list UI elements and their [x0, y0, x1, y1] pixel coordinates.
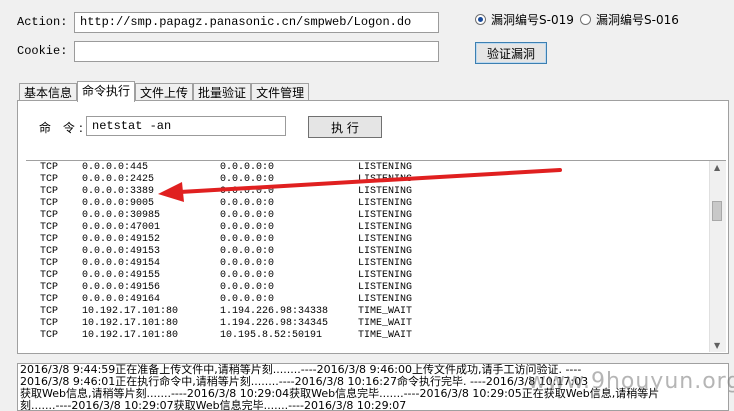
- output-cell: 0.0.0.0:49153: [82, 246, 161, 257]
- output-cell: 10.192.17.101:80: [82, 306, 179, 317]
- output-cell: TIME_WAIT: [358, 318, 413, 329]
- output-scrollbar[interactable]: ▲ ▼: [709, 161, 726, 352]
- output-cell: TCP: [40, 210, 59, 221]
- output-cell: 0.0.0.0:445: [82, 162, 149, 173]
- output-cell: TCP: [40, 318, 59, 329]
- output-cell: TCP: [40, 234, 59, 245]
- output-cell: 0.0.0.0:2425: [82, 174, 155, 185]
- scroll-thumb[interactable]: [712, 201, 722, 221]
- output-cell: LISTENING: [358, 162, 413, 173]
- output-cell: 0.0.0.0:0: [220, 174, 275, 185]
- output-cell: TCP: [40, 186, 59, 197]
- output-cell: 0.0.0.0:49154: [82, 258, 161, 269]
- output-cell: LISTENING: [358, 246, 413, 257]
- command-input[interactable]: netstat -an: [86, 116, 286, 136]
- output-cell: 1.194.226.98:34338: [220, 306, 329, 317]
- output-cell: LISTENING: [358, 198, 413, 209]
- output-cell: 0.0.0.0:0: [220, 222, 275, 233]
- output-cell: TCP: [40, 222, 59, 233]
- output-cell: TIME_WAIT: [358, 306, 413, 317]
- output-cell: 0.0.0.0:0: [220, 282, 275, 293]
- tab-command-exec[interactable]: 命令执行: [77, 81, 136, 102]
- output-cell: 10.192.17.101:80: [82, 318, 179, 329]
- output-cell: 0.0.0.0:0: [220, 234, 275, 245]
- output-cell: 10.192.17.101:80: [82, 330, 179, 341]
- output-cell: 0.0.0.0:49164: [82, 294, 161, 305]
- verify-vuln-button[interactable]: 验证漏洞: [475, 42, 547, 64]
- output-cell: LISTENING: [358, 270, 413, 281]
- radio-s016[interactable]: 漏洞编号S-016: [580, 11, 679, 28]
- radio-s019[interactable]: 漏洞编号S-019: [475, 11, 574, 28]
- log-line: 刻.......----2016/3/8 10:29:07获取Web信息完毕..…: [20, 399, 407, 411]
- output-cell: 10.195.8.52:50191: [220, 330, 323, 341]
- output-cell: TCP: [40, 306, 59, 317]
- cookie-input[interactable]: [74, 41, 439, 62]
- output-cell: 0.0.0.0:0: [220, 162, 275, 173]
- output-cell: 0.0.0.0:0: [220, 186, 275, 197]
- output-cell: TCP: [40, 294, 59, 305]
- scroll-down-icon[interactable]: ▼: [714, 341, 720, 350]
- output-cell: 0.0.0.0:30985: [82, 210, 161, 221]
- execute-button[interactable]: 执 行: [308, 116, 382, 138]
- output-cell: TCP: [40, 282, 59, 293]
- action-label: Action:: [17, 15, 68, 29]
- output-cell: 0.0.0.0:0: [220, 246, 275, 257]
- output-cell: TCP: [40, 162, 59, 173]
- command-panel: 命 令: netstat -an 执 行 TCP 0.0.0.0:445 0.0.0…: [17, 100, 729, 354]
- output-cell: TCP: [40, 246, 59, 257]
- output-cell: LISTENING: [358, 222, 413, 233]
- watermark: www.9houyun.org: [528, 369, 734, 394]
- output-cell: 0.0.0.0:0: [220, 258, 275, 269]
- output-cell: LISTENING: [358, 186, 413, 197]
- output-cell: LISTENING: [358, 174, 413, 185]
- output-cell: LISTENING: [358, 234, 413, 245]
- output-cell: 0.0.0.0:9005: [82, 198, 155, 209]
- action-input[interactable]: http://smp.papagz.panasonic.cn/smpweb/Lo…: [74, 12, 439, 33]
- output-cell: 0.0.0.0:0: [220, 210, 275, 221]
- output-cell: 0.0.0.0:0: [220, 294, 275, 305]
- output-cell: TIME_WAIT: [358, 330, 413, 341]
- output-cell: 0.0.0.0:0: [220, 198, 275, 209]
- radio-selected-icon: [475, 14, 486, 25]
- output-cell: 0.0.0.0:47001: [82, 222, 161, 233]
- output-cell: TCP: [40, 258, 59, 269]
- output-cell: TCP: [40, 330, 59, 341]
- radio-s016-label: 漏洞编号S-016: [596, 13, 679, 27]
- output-cell: 0.0.0.0:49152: [82, 234, 161, 245]
- scroll-up-icon[interactable]: ▲: [714, 163, 720, 172]
- cookie-label: Cookie:: [17, 44, 68, 58]
- radio-unselected-icon: [580, 14, 591, 25]
- radio-s019-label: 漏洞编号S-019: [491, 13, 574, 27]
- tab-bar: 基本信息 命令执行 文件上传 批量验证 文件管理: [19, 81, 310, 102]
- output-cell: LISTENING: [358, 210, 413, 221]
- output-cell: 1.194.226.98:34345: [220, 318, 329, 329]
- output-cell: TCP: [40, 198, 59, 209]
- output-cell: TCP: [40, 270, 59, 281]
- output-cell: LISTENING: [358, 294, 413, 305]
- command-output[interactable]: TCP 0.0.0.0:445 0.0.0.0:0 LISTENING TCP 0.0.…: [26, 160, 726, 352]
- command-label: 命 令:: [39, 121, 87, 135]
- output-cell: TCP: [40, 174, 59, 185]
- output-cell: 0.0.0.0:3389: [82, 186, 155, 197]
- output-cell: 0.0.0.0:49155: [82, 270, 161, 281]
- output-cell: LISTENING: [358, 258, 413, 269]
- output-cell: 0.0.0.0:0: [220, 270, 275, 281]
- output-cell: 0.0.0.0:49156: [82, 282, 161, 293]
- output-cell: LISTENING: [358, 282, 413, 293]
